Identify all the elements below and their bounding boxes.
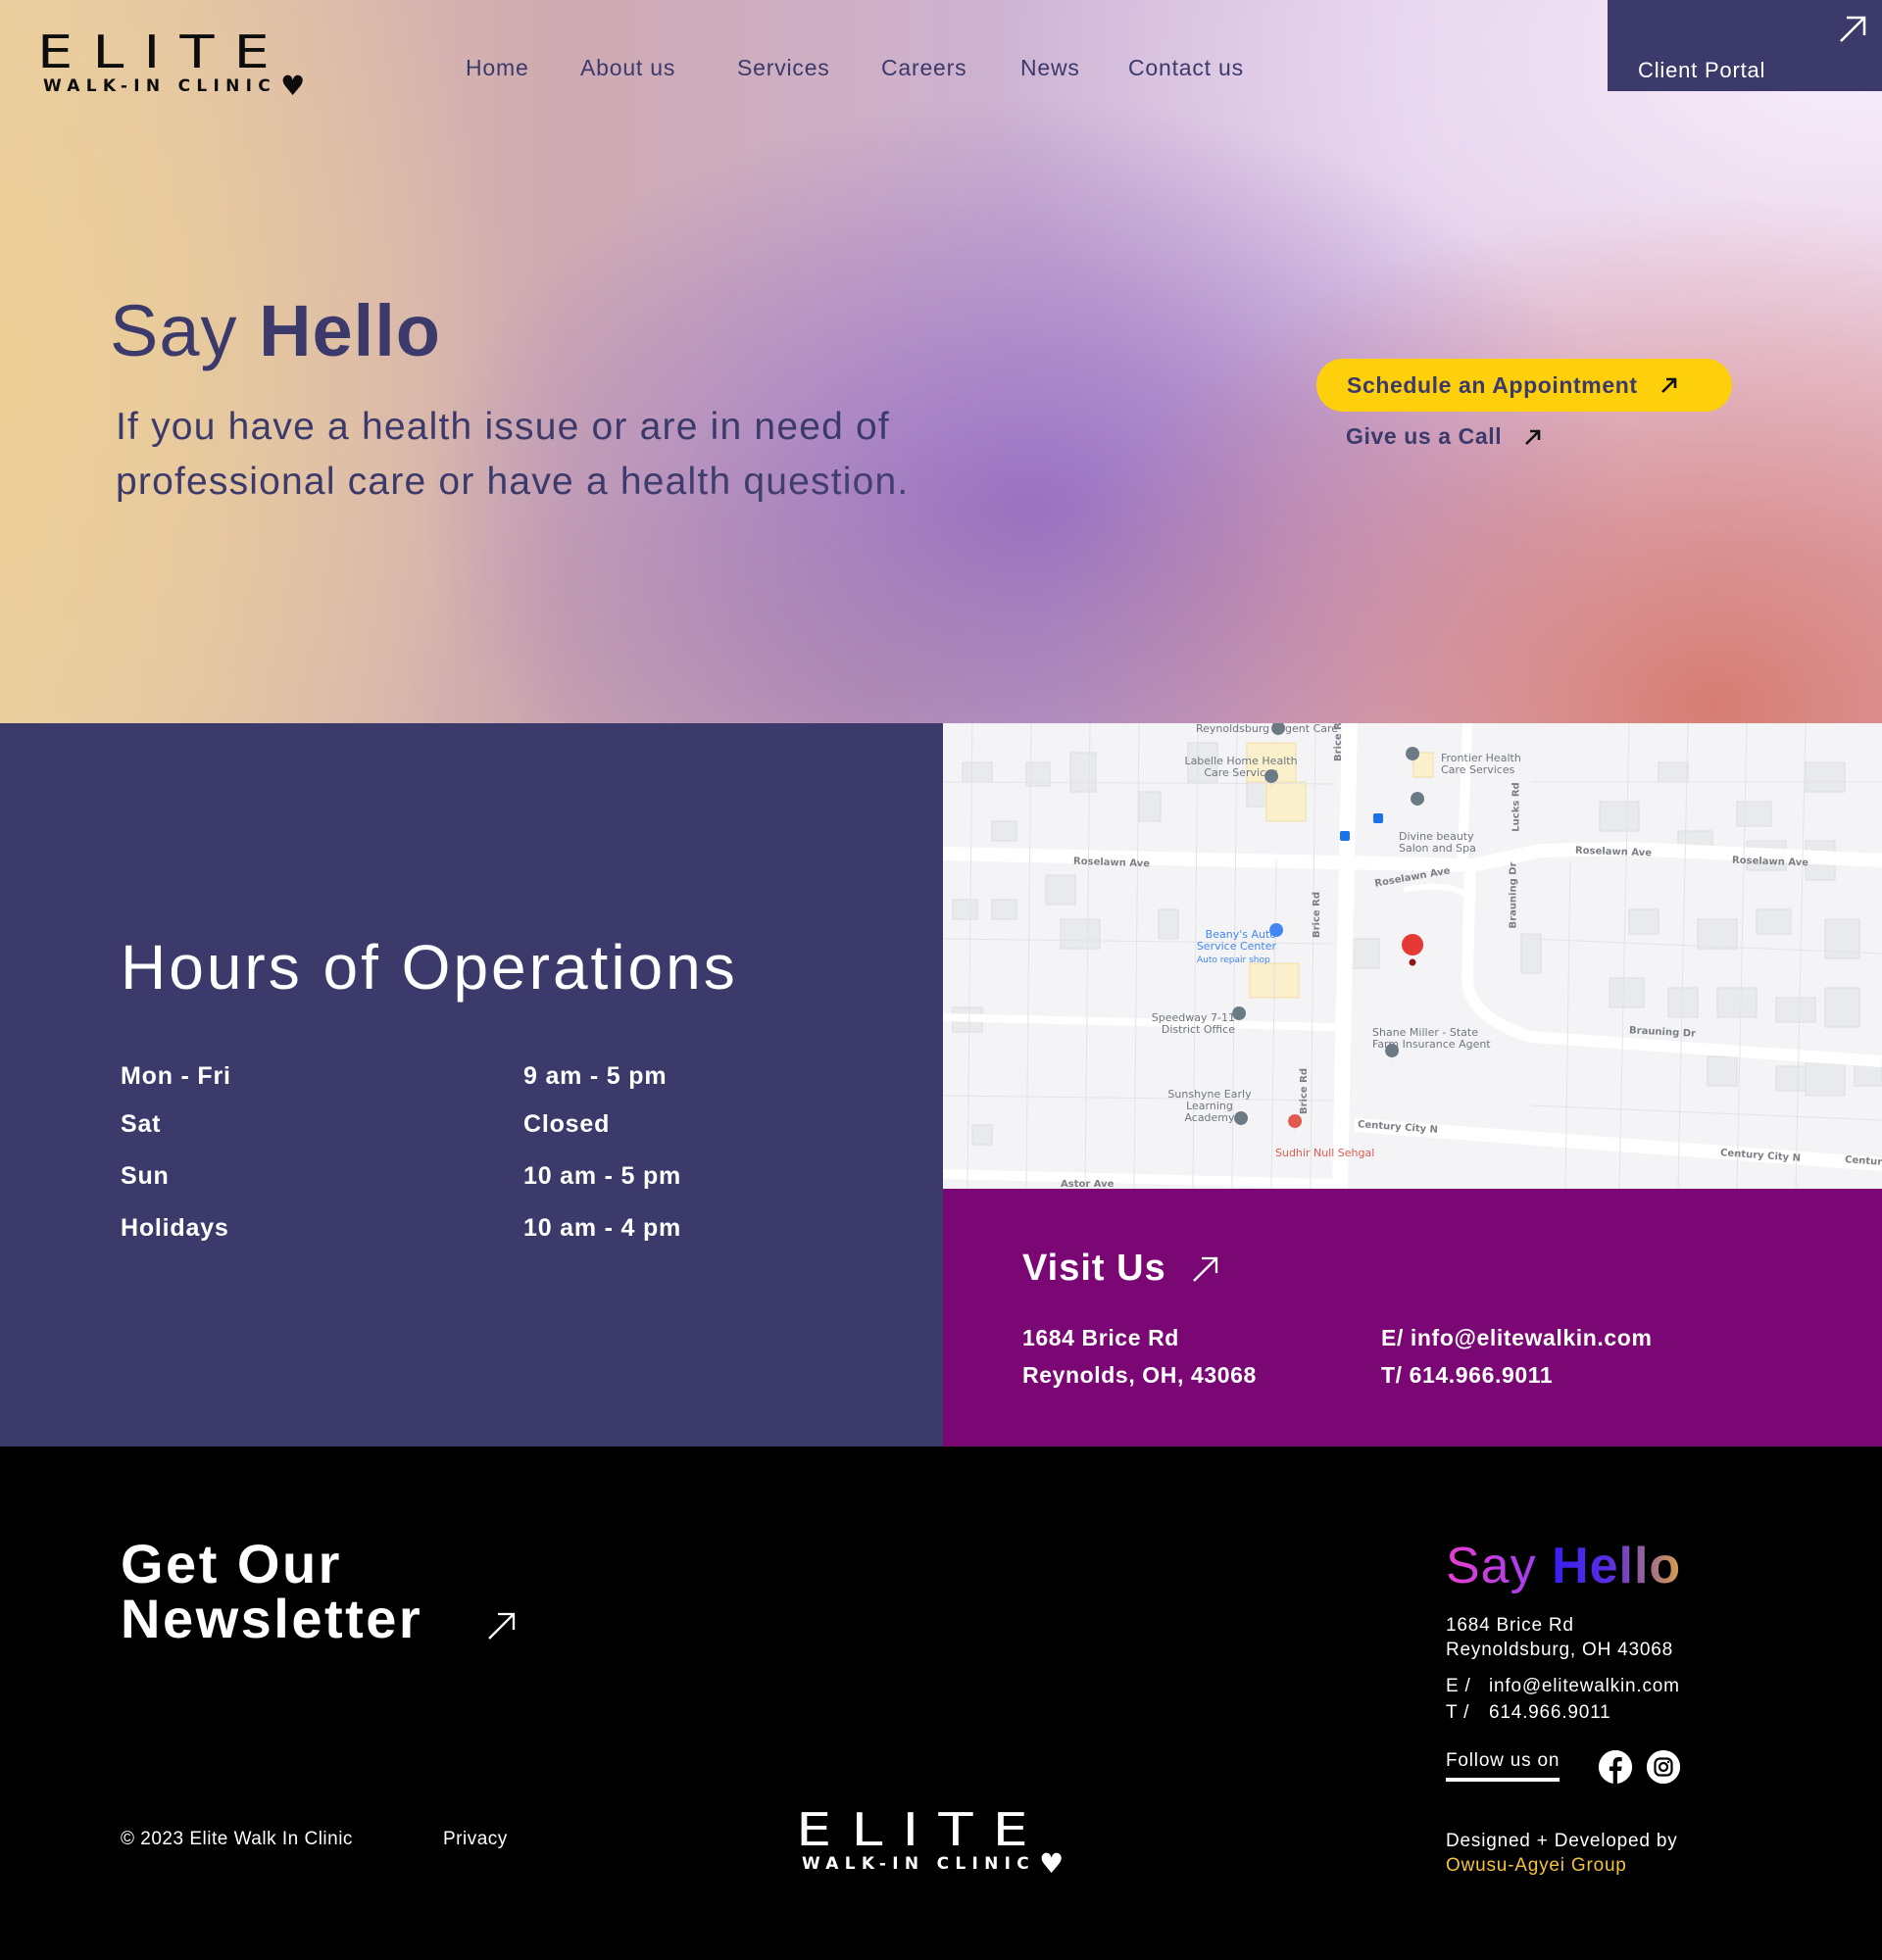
road-label: Brice Rd: [1333, 723, 1345, 762]
map-label[interactable]: Beany's Auto Service Center: [1188, 929, 1276, 953]
designed-by-label: Designed + Developed by: [1446, 1831, 1678, 1851]
footer-say-hello: Say Hello: [1446, 1538, 1682, 1594]
heart-icon: ♥: [1039, 1847, 1065, 1880]
hours-section: Hours of Operations Mon - Fri 9 am - 5 pm…: [0, 723, 943, 1446]
location-map[interactable]: Reynoldsburg Urgent Care Labelle Home He…: [943, 723, 1882, 1189]
footer-email[interactable]: E / info@elitewalkin.com: [1446, 1676, 1680, 1697]
road-label: Astor Ave: [1061, 1179, 1114, 1189]
footer-address-line2: Reynoldsburg, OH 43068: [1446, 1640, 1674, 1660]
hero-section: ELITE WALK-IN CLINIC ♥ Home About us Serv…: [0, 0, 1882, 723]
newsletter-title-line1: Get Our: [121, 1533, 342, 1594]
follow-us-label: Follow us on: [1446, 1750, 1560, 1782]
map-label[interactable]: Shane Miller - State Farm Insurance Agen…: [1372, 1027, 1495, 1051]
arrow-up-right-icon: [1840, 16, 1866, 42]
instagram-icon[interactable]: [1647, 1750, 1680, 1784]
footer-address-line1: 1684 Brice Rd: [1446, 1615, 1574, 1636]
map-label: Auto repair shop: [1197, 956, 1270, 965]
map-label[interactable]: Labelle Home Health Care Services: [1182, 756, 1300, 779]
visit-email[interactable]: E/ info@elitewalkin.com: [1381, 1325, 1653, 1351]
nav-about-us[interactable]: About us: [580, 55, 675, 81]
footer-logo[interactable]: ELITE WALK-IN CLINIC ♥: [796, 1807, 1065, 1880]
newsletter-title-line2: Newsletter: [121, 1588, 423, 1649]
road-label: Brice Rd: [1299, 1067, 1311, 1115]
client-portal-label: Client Portal: [1638, 58, 1766, 82]
hours-row: Mon - Fri 9 am - 5 pm: [121, 1062, 668, 1090]
client-portal-button[interactable]: Client Portal: [1608, 0, 1882, 91]
visit-us-title: Visit Us: [1022, 1248, 1166, 1289]
footer: Get Our Newsletter Say Hello 1684 Brice …: [0, 1446, 1882, 1960]
visit-address-line1: 1684 Brice Rd: [1022, 1325, 1179, 1350]
newsletter-link[interactable]: Get Our Newsletter: [121, 1533, 516, 1649]
hours-row: Sun 10 am - 5 pm: [121, 1162, 682, 1190]
hours-row: Sat Closed: [121, 1110, 611, 1138]
nav-home[interactable]: Home: [466, 55, 529, 81]
road-label: Brauning Dr: [1508, 861, 1519, 929]
road-label: Brice Rd: [1312, 891, 1323, 939]
hours-title: Hours of Operations: [121, 932, 738, 1003]
nav-careers[interactable]: Careers: [881, 55, 966, 81]
arrow-up-right-icon: [488, 1612, 516, 1640]
visit-us-section: Visit Us 1684 Brice Rd Reynolds, OH, 430…: [943, 1189, 1882, 1446]
logo-tagline: WALK-IN CLINIC: [802, 1854, 1036, 1874]
logo-wordmark: ELITE: [37, 25, 289, 78]
logo[interactable]: ELITE WALK-IN CLINIC ♥: [37, 29, 306, 102]
map-streets: [943, 723, 1882, 1189]
schedule-appointment-button[interactable]: Schedule an Appointment: [1316, 359, 1732, 412]
nav-contact-us[interactable]: Contact us: [1128, 55, 1244, 81]
privacy-link[interactable]: Privacy: [443, 1829, 508, 1850]
map-label[interactable]: Sunshyne Early Learning Academy: [1161, 1089, 1259, 1124]
map-label[interactable]: Frontier Health Care Services: [1441, 753, 1524, 776]
map-label[interactable]: Reynoldsburg Urgent Care: [1196, 723, 1338, 735]
logo-wordmark: ELITE: [796, 1803, 1048, 1856]
give-us-a-call-label: Give us a Call: [1346, 423, 1503, 449]
map-label[interactable]: Speedway 7-11 District Office: [1147, 1012, 1235, 1036]
visit-us-link[interactable]: Visit Us: [1022, 1248, 1221, 1290]
schedule-appointment-label: Schedule an Appointment: [1347, 371, 1638, 398]
designer-link[interactable]: Owusu-Agyei Group: [1446, 1853, 1678, 1878]
visit-phone[interactable]: T/ 614.966.9011: [1381, 1362, 1553, 1389]
map-label[interactable]: Divine beauty Salon and Spa: [1399, 831, 1477, 855]
hours-row: Holidays 10 am - 4 pm: [121, 1214, 682, 1242]
footer-phone[interactable]: T /614.966.9011: [1446, 1702, 1610, 1724]
arrow-up-right-icon: [1192, 1256, 1217, 1282]
hero-title: Say Hello: [110, 290, 441, 371]
nav-news[interactable]: News: [1020, 55, 1080, 81]
road-label: Lucks Rd: [1511, 782, 1522, 832]
logo-tagline: WALK-IN CLINIC: [43, 76, 277, 96]
heart-icon: ♥: [280, 70, 306, 102]
arrow-up-right-icon: [1660, 377, 1676, 393]
hero-description: If you have a health issue or are in nee…: [116, 406, 910, 503]
map-label[interactable]: Sudhir Null Sehgal: [1275, 1148, 1374, 1159]
copyright: © 2023 Elite Walk In Clinic: [121, 1829, 353, 1849]
visit-address-line2: Reynolds, OH, 43068: [1022, 1362, 1257, 1388]
give-us-a-call-link[interactable]: Give us a Call: [1346, 423, 1543, 450]
nav-services[interactable]: Services: [737, 55, 830, 81]
designer-credit: Designed + Developed by Owusu-Agyei Grou…: [1446, 1829, 1678, 1878]
facebook-icon[interactable]: [1599, 1750, 1632, 1784]
arrow-up-right-icon: [1525, 429, 1541, 445]
